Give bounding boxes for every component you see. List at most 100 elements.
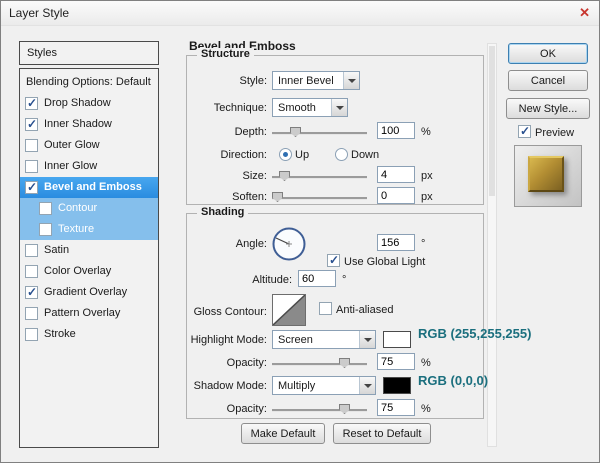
drop-shadow-checkbox[interactable] [25, 97, 38, 110]
highlight-mode-select[interactable]: Screen [272, 330, 376, 349]
structure-legend: Structure [197, 48, 254, 60]
sidebar-item-inner-glow[interactable]: Inner Glow [20, 156, 158, 177]
soften-input[interactable] [377, 187, 415, 204]
soften-slider-track[interactable] [272, 197, 367, 200]
sidebar-item-label: Blending Options: Default [26, 76, 151, 88]
chevron-down-icon[interactable] [359, 331, 375, 348]
technique-label: Technique: [187, 102, 267, 114]
chevron-down-icon[interactable] [343, 72, 359, 89]
angle-dial[interactable] [271, 226, 307, 262]
window-title: Layer Style [9, 6, 69, 20]
preview-gold-square [528, 156, 564, 192]
highlight-opacity-unit: % [421, 357, 431, 369]
pattern-overlay-checkbox[interactable] [25, 307, 38, 320]
soften-label: Soften: [187, 191, 267, 203]
soften-slider-thumb[interactable] [272, 192, 283, 202]
color-overlay-checkbox[interactable] [25, 265, 38, 278]
inner-shadow-checkbox[interactable] [25, 118, 38, 131]
style-select-value: Inner Bevel [278, 75, 334, 87]
sidebar-item-label: Outer Glow [44, 139, 100, 151]
shadow-mode-select[interactable]: Multiply [272, 376, 376, 395]
sidebar-item-pattern-overlay[interactable]: Pattern Overlay [20, 303, 158, 324]
sidebar-item-outer-glow[interactable]: Outer Glow [20, 135, 158, 156]
make-default-button[interactable]: Make Default [241, 423, 325, 444]
highlight-opacity-slider-track[interactable] [272, 363, 367, 366]
shading-legend: Shading [197, 206, 248, 218]
highlight-opacity-label: Opacity: [187, 357, 267, 369]
styles-header: Styles [19, 41, 159, 65]
direction-up-radio[interactable] [279, 148, 292, 161]
sidebar-item-label: Drop Shadow [44, 97, 111, 109]
bevel-emboss-checkbox[interactable] [25, 181, 38, 194]
new-style-button[interactable]: New Style... [506, 98, 590, 119]
sidebar-item-texture[interactable]: Texture [20, 219, 158, 240]
sidebar-item-gradient-overlay[interactable]: Gradient Overlay [20, 282, 158, 303]
shadow-mode-label: Shadow Mode: [187, 380, 267, 392]
chevron-down-icon[interactable] [359, 377, 375, 394]
angle-input[interactable] [377, 234, 415, 251]
shadow-opacity-input[interactable] [377, 399, 415, 416]
shadow-opacity-slider-track[interactable] [272, 409, 367, 412]
sidebar-item-stroke[interactable]: Stroke [20, 324, 158, 345]
angle-label: Angle: [187, 238, 267, 250]
size-unit: px [421, 170, 433, 182]
shadow-color-swatch[interactable] [383, 377, 411, 394]
structure-group: Structure Style: Inner Bevel Technique: … [186, 55, 484, 205]
texture-checkbox[interactable] [39, 223, 52, 236]
depth-input[interactable] [377, 122, 415, 139]
highlight-opacity-slider-thumb[interactable] [339, 358, 350, 368]
altitude-input[interactable] [298, 270, 336, 287]
sidebar-item-label: Stroke [44, 328, 76, 340]
ok-button[interactable]: OK [508, 43, 588, 64]
size-label: Size: [187, 170, 267, 182]
sidebar-item-label: Gradient Overlay [44, 286, 127, 298]
gradient-overlay-checkbox[interactable] [25, 286, 38, 299]
anti-aliased-checkbox[interactable] [319, 302, 332, 315]
layer-style-dialog: Layer Style ✕ Styles Blending Options: D… [0, 0, 600, 463]
sidebar-item-bevel-and-emboss[interactable]: Bevel and Emboss [20, 177, 158, 198]
preview-checkbox[interactable] [518, 125, 531, 138]
close-icon[interactable]: ✕ [579, 5, 590, 21]
sidebar-item-color-overlay[interactable]: Color Overlay [20, 261, 158, 282]
chevron-down-icon[interactable] [331, 99, 347, 116]
reset-to-default-button[interactable]: Reset to Default [333, 423, 431, 444]
highlight-color-swatch[interactable] [383, 331, 411, 348]
gloss-contour-thumbnail[interactable] [272, 294, 306, 326]
size-slider-thumb[interactable] [279, 171, 290, 181]
sidebar-item-blending-options[interactable]: Blending Options: Default [20, 72, 158, 93]
shadow-opacity-label: Opacity: [187, 403, 267, 415]
scrollbar[interactable] [487, 43, 497, 447]
technique-select[interactable]: Smooth [272, 98, 348, 117]
stroke-checkbox[interactable] [25, 328, 38, 341]
direction-down-radio[interactable] [335, 148, 348, 161]
titlebar[interactable]: Layer Style ✕ [1, 1, 599, 26]
size-input[interactable] [377, 166, 415, 183]
outer-glow-checkbox[interactable] [25, 139, 38, 152]
depth-slider-thumb[interactable] [290, 127, 301, 137]
inner-glow-checkbox[interactable] [25, 160, 38, 173]
sidebar-item-contour[interactable]: Contour [20, 198, 158, 219]
shadow-mode-value: Multiply [278, 380, 315, 392]
style-select[interactable]: Inner Bevel [272, 71, 360, 90]
technique-select-value: Smooth [278, 102, 316, 114]
use-global-light-checkbox[interactable] [327, 254, 340, 267]
sidebar-item-drop-shadow[interactable]: Drop Shadow [20, 93, 158, 114]
depth-slider-track[interactable] [272, 132, 367, 135]
satin-checkbox[interactable] [25, 244, 38, 257]
highlight-opacity-input[interactable] [377, 353, 415, 370]
direction-down-label: Down [351, 149, 379, 161]
sidebar-item-label: Inner Shadow [44, 118, 112, 130]
style-preview-thumbnail [514, 145, 582, 207]
highlight-rgb-annotation: RGB (255,255,255) [418, 326, 531, 341]
sidebar-item-label: Color Overlay [44, 265, 111, 277]
sidebar-item-inner-shadow[interactable]: Inner Shadow [20, 114, 158, 135]
shadow-opacity-slider-thumb[interactable] [339, 404, 350, 414]
soften-unit: px [421, 191, 433, 203]
cancel-button[interactable]: Cancel [508, 70, 588, 91]
sidebar-item-label: Contour [58, 202, 97, 214]
sidebar-item-satin[interactable]: Satin [20, 240, 158, 261]
highlight-mode-value: Screen [278, 334, 313, 346]
scrollbar-thumb[interactable] [489, 46, 495, 196]
sidebar-item-label: Bevel and Emboss [44, 181, 142, 193]
contour-checkbox[interactable] [39, 202, 52, 215]
